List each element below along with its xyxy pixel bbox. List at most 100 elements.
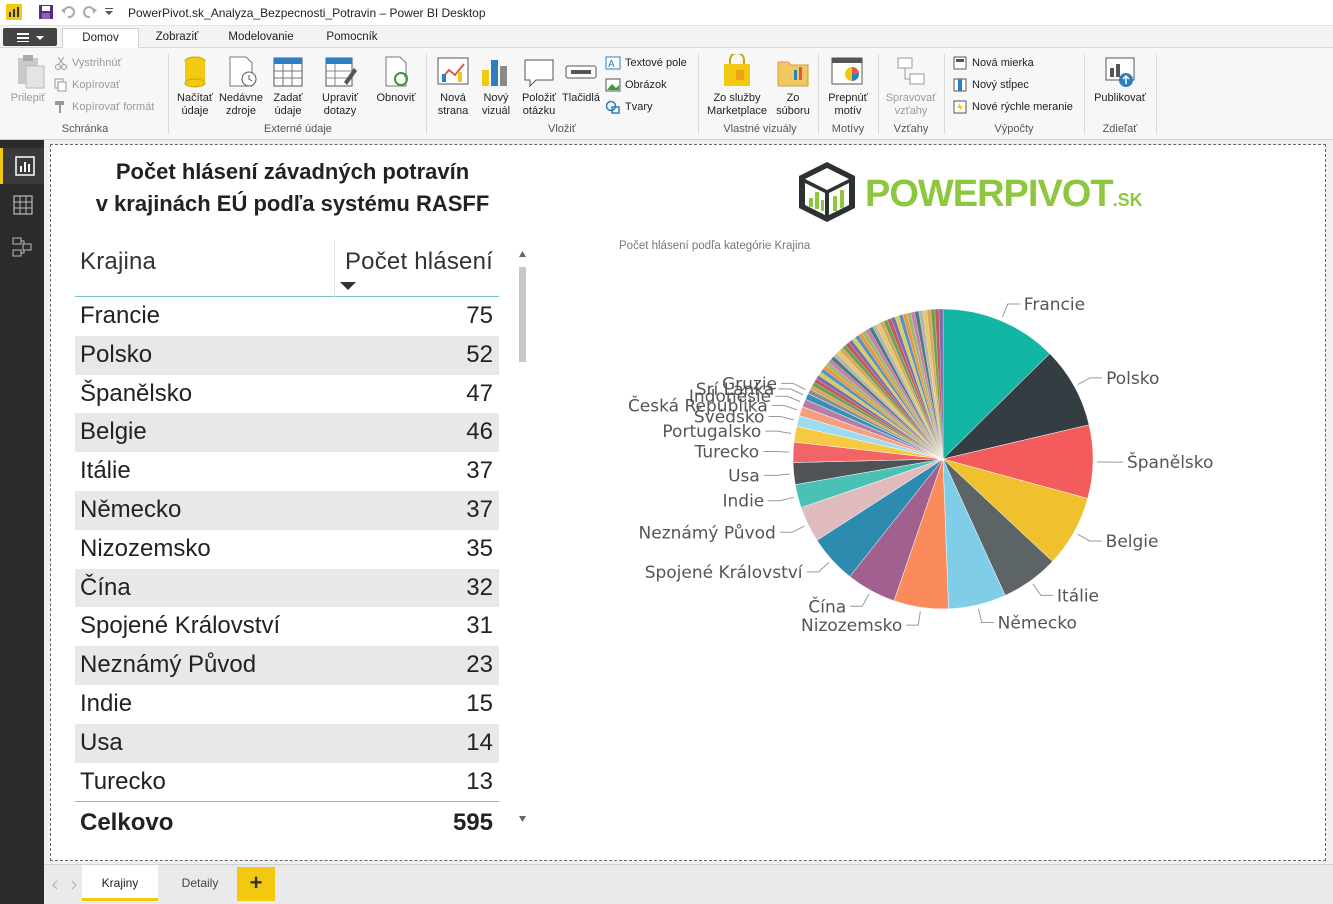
table-row[interactable]: Polsko 52 xyxy=(75,335,499,375)
new-visual-label: Nový vizuál xyxy=(481,92,511,117)
save-icon[interactable] xyxy=(38,4,54,20)
new-page-button[interactable]: Nová strana xyxy=(432,54,474,124)
count-cell: 15 xyxy=(466,689,493,717)
logo-text-suffix: .SK xyxy=(1112,190,1143,210)
count-cell: 32 xyxy=(466,573,493,601)
new-page-label: Nová strana xyxy=(437,92,469,117)
column-icon xyxy=(953,78,967,92)
paste-button[interactable]: Prilepiť xyxy=(6,52,50,112)
edit-queries-button[interactable]: Upraviť dotazy xyxy=(314,54,366,124)
table-row[interactable]: Německo 37 xyxy=(75,490,499,530)
file-menu-button[interactable] xyxy=(3,28,57,46)
page-nav-arrows-icon[interactable] xyxy=(48,867,84,903)
country-table[interactable]: Krajina Počet hlásení Francie 75 Polsko 52 Š… xyxy=(75,240,499,843)
redo-icon[interactable] xyxy=(82,4,98,20)
cut-button[interactable]: Vystrihnúť xyxy=(54,56,144,72)
publish-icon xyxy=(1105,57,1135,87)
country-cell: Francie xyxy=(80,302,161,329)
table-scrollbar[interactable] xyxy=(517,243,528,831)
switch-theme-label: Prepnúť motív xyxy=(828,92,868,117)
ribbon-tab-row: Domov Zobraziť Modelovanie Pomocník xyxy=(0,26,1333,48)
table-row[interactable]: Španělsko 47 xyxy=(75,375,499,414)
table-row[interactable]: Spojené Království 31 xyxy=(75,607,499,646)
count-cell: 35 xyxy=(466,534,493,562)
from-file-button[interactable]: Zo súboru xyxy=(772,54,814,124)
table-row[interactable]: Nizozemsko 35 xyxy=(75,530,499,569)
new-quick-measure-label: Nové rýchle meranie xyxy=(972,101,1073,113)
table-row[interactable]: Usa 14 xyxy=(75,723,499,763)
column-header-krajina[interactable]: Krajina xyxy=(80,248,156,276)
marketplace-bag-icon xyxy=(724,52,750,86)
table-row[interactable]: Belgie 46 xyxy=(75,413,499,453)
recent-sources-button[interactable]: Nedávne zdroje xyxy=(216,54,266,124)
column-header-pocet-hlaseni[interactable]: Počet hlásení xyxy=(345,248,493,276)
tab-pomocnik[interactable]: Pomocník xyxy=(315,28,389,48)
new-column-button[interactable]: Nový stĺpec xyxy=(952,78,1072,94)
count-cell: 13 xyxy=(466,767,493,795)
switch-theme-button[interactable]: Prepnúť motív xyxy=(822,54,874,124)
count-cell: 14 xyxy=(466,728,493,756)
table-row[interactable]: Itálie 37 xyxy=(75,452,499,491)
enter-data-button[interactable]: Zadať údaje xyxy=(268,54,308,124)
table-row[interactable]: Indie 15 xyxy=(75,685,499,724)
textbox-button[interactable]: A Textové pole xyxy=(605,56,695,72)
table-row[interactable]: Francie 75 xyxy=(75,297,499,336)
pie-slice-label: Itálie xyxy=(1057,586,1099,606)
country-cell: Čína xyxy=(80,573,131,601)
new-visual-button[interactable]: Nový vizuál xyxy=(476,54,516,124)
quick-access-dropdown-icon[interactable] xyxy=(104,8,114,16)
scroll-down-icon xyxy=(519,816,526,822)
page-tab-detaily[interactable]: Detaily xyxy=(162,865,238,901)
logo-wordmark: POWERPIVOT.SK xyxy=(865,174,1143,220)
sort-descending-icon[interactable] xyxy=(340,282,356,290)
tab-zobrazit[interactable]: Zobraziť xyxy=(143,28,211,48)
pie-leader-line xyxy=(768,496,794,502)
table-row[interactable]: Turecko 13 xyxy=(75,763,499,802)
copy-button[interactable]: Kopírovať xyxy=(54,78,144,94)
ribbon-separator xyxy=(944,54,945,134)
pie-leader-line xyxy=(763,473,790,476)
model-view-button[interactable] xyxy=(0,230,44,266)
new-quick-measure-button[interactable]: Nové rýchle meranie xyxy=(952,100,1080,116)
refresh-label: Obnoviť xyxy=(376,92,416,104)
buttons-button[interactable]: Tlačidlá xyxy=(560,54,602,124)
shapes-button[interactable]: Tvary xyxy=(605,100,695,116)
pie-slice-label: Usa xyxy=(728,466,760,486)
tab-domov[interactable]: Domov xyxy=(62,28,139,48)
publish-button[interactable]: Publikovať xyxy=(1088,54,1152,114)
get-data-label: Načítať údaje xyxy=(177,92,213,117)
country-cell: Turecko xyxy=(80,767,166,795)
page-tab-krajiny[interactable]: Krajiny xyxy=(82,865,158,901)
marketplace-button[interactable]: Zo služby Marketplace xyxy=(702,52,772,124)
recent-sources-label: Nedávne zdroje xyxy=(218,92,264,117)
data-view-icon xyxy=(13,195,33,215)
undo-icon[interactable] xyxy=(60,4,76,20)
window-title: PowerPivot.sk_Analyza_Bezpecnosti_Potrav… xyxy=(128,6,486,20)
report-view-button[interactable] xyxy=(0,148,44,184)
ribbon-separator xyxy=(818,54,819,134)
manage-relationships-button[interactable]: Spravovať vzťahy xyxy=(882,54,940,124)
textbox-label: Textové pole xyxy=(625,57,687,69)
enter-data-label: Zadať údaje xyxy=(273,92,303,117)
country-cell: Nizozemsko xyxy=(80,534,211,562)
data-view-button[interactable] xyxy=(0,188,44,224)
image-button[interactable]: Obrázok xyxy=(605,78,695,94)
relationships-icon xyxy=(897,57,925,85)
country-cell: Neznámý Původ xyxy=(80,651,257,679)
pie-chart[interactable]: Francie Polsko Španělsko Belgie Itálie Německ… xyxy=(560,265,1280,665)
pie-slice-label: Španělsko xyxy=(1127,451,1213,473)
tab-modelovanie[interactable]: Modelovanie xyxy=(216,28,306,48)
refresh-button[interactable]: Obnoviť xyxy=(370,54,422,114)
get-data-button[interactable]: Načítať údaje xyxy=(174,54,216,124)
add-page-button[interactable]: + xyxy=(237,867,275,901)
table-row[interactable]: Čína 32 xyxy=(75,568,499,608)
ask-question-button[interactable]: Položiť otázku xyxy=(518,54,560,124)
copy-format-button[interactable]: Kopírovať formát xyxy=(54,100,164,116)
table-row[interactable]: Neznámý Původ 23 xyxy=(75,646,499,685)
new-measure-button[interactable]: Nová mierka xyxy=(952,56,1072,72)
publish-label: Publikovať xyxy=(1094,92,1146,104)
pie-chart-title: Počet hlásení podľa kategórie Krajina xyxy=(619,240,811,252)
manage-relationships-label: Spravovať vzťahy xyxy=(885,92,937,117)
ribbon-separator xyxy=(698,54,699,134)
button-shape-icon xyxy=(565,65,597,79)
